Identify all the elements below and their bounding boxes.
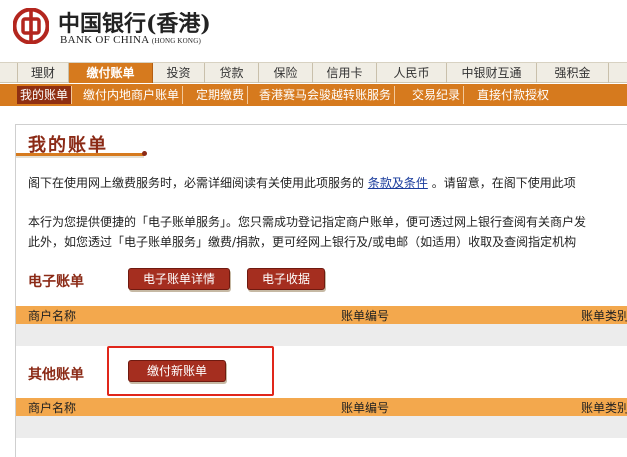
ebill-section-label: 电子账单 [28, 274, 84, 290]
ebill-description-line1: 本行为您提供便捷的「电子账单服务」。您只需成功登记指定商户账单，便可透过网上银行… [28, 215, 587, 229]
other-bills-table-header: 商户名称 账单编号 账单类别 [16, 398, 627, 416]
col-bill-type: 账单类别 [581, 309, 627, 323]
terms-and-conditions-link[interactable]: 条款及条件 [368, 176, 428, 190]
subnav-direct-debit-authorization[interactable]: 直接付款授权 [474, 86, 552, 104]
bank-name-english-sub: (HONG KONG) [151, 37, 201, 45]
site-header: 中国银行(香港) BANK OF CHINA (HONG KONG) [0, 0, 627, 58]
tab-investment[interactable]: 投资 [153, 63, 205, 83]
col-merchant-name: 商户名称 [28, 309, 77, 323]
tab-wealth[interactable]: 理财 [17, 63, 69, 83]
ereceipt-button[interactable]: 电子收据 [247, 268, 326, 290]
subnav-transaction-records[interactable]: 交易纪录 [409, 86, 465, 104]
tab-loans[interactable]: 贷款 [205, 63, 259, 83]
tab-more-overflow[interactable] [609, 63, 627, 83]
col-merchant-name: 商户名称 [28, 401, 77, 415]
subnav-mainland-merchant-bills[interactable]: 缴付内地商户账单 [80, 86, 184, 104]
other-bills-section-label: 其他账单 [28, 367, 84, 383]
content-panel: 我的账单 阁下在使用网上缴费服务时，必需详细阅读有关使用此项服务的 条款及条件 … [15, 124, 627, 457]
subnav-scheduled-payment[interactable]: 定期缴费 [193, 86, 249, 104]
intro-text-after-link: 。请留意，在阁下使用此项 [431, 176, 576, 190]
tab-credit-card[interactable]: 信用卡 [313, 63, 377, 83]
intro-paragraph: 阁下在使用网上缴费服务时，必需详细阅读有关使用此项服务的 条款及条件 。请留意，… [28, 174, 576, 191]
tab-insurance[interactable]: 保险 [259, 63, 313, 83]
ebill-table-row [16, 324, 627, 346]
tab-mpf[interactable]: 强积金 [537, 63, 609, 83]
bank-name-english: BANK OF CHINA (HONG KONG) [60, 34, 201, 46]
highlight-annotation-box [107, 346, 274, 396]
title-dot-ornament [142, 151, 147, 156]
main-nav: 理财 缴付账单 投资 贷款 保险 信用卡 人民币 中银财互通 强积金 [0, 62, 627, 83]
ebill-description-line2: 此外，如您透过「电子账单服务」缴费/捐款，更可经网上银行及/或电邮（如适用）收取… [28, 235, 577, 249]
col-bill-number: 账单编号 [341, 309, 390, 323]
subnav-my-bills[interactable]: 我的账单 [17, 86, 73, 104]
tab-bill-payment[interactable]: 缴付账单 [69, 63, 153, 83]
col-bill-number: 账单编号 [341, 401, 390, 415]
sub-nav: 我的账单 缴付内地商户账单 定期缴费 香港赛马会骏越转账服务 交易纪录 直接付款… [0, 84, 627, 106]
bank-logo-icon[interactable] [13, 8, 49, 44]
intro-text-before-link: 阁下在使用网上缴费服务时，必需详细阅读有关使用此项服务的 [28, 176, 365, 190]
bank-name-english-main: BANK OF CHINA [60, 34, 149, 46]
subnav-hkjc-transfer[interactable]: 香港赛马会骏越转账服务 [256, 86, 396, 104]
tab-rmb[interactable]: 人民币 [377, 63, 447, 83]
other-bills-table-row [16, 416, 627, 438]
title-underline-shadow [16, 156, 144, 158]
tab-boc-wealth-connect[interactable]: 中银财互通 [447, 63, 537, 83]
ebill-details-button[interactable]: 电子账单详情 [128, 268, 231, 290]
col-bill-type: 账单类别 [581, 401, 627, 415]
ebill-table-header: 商户名称 账单编号 账单类别 [16, 306, 627, 324]
